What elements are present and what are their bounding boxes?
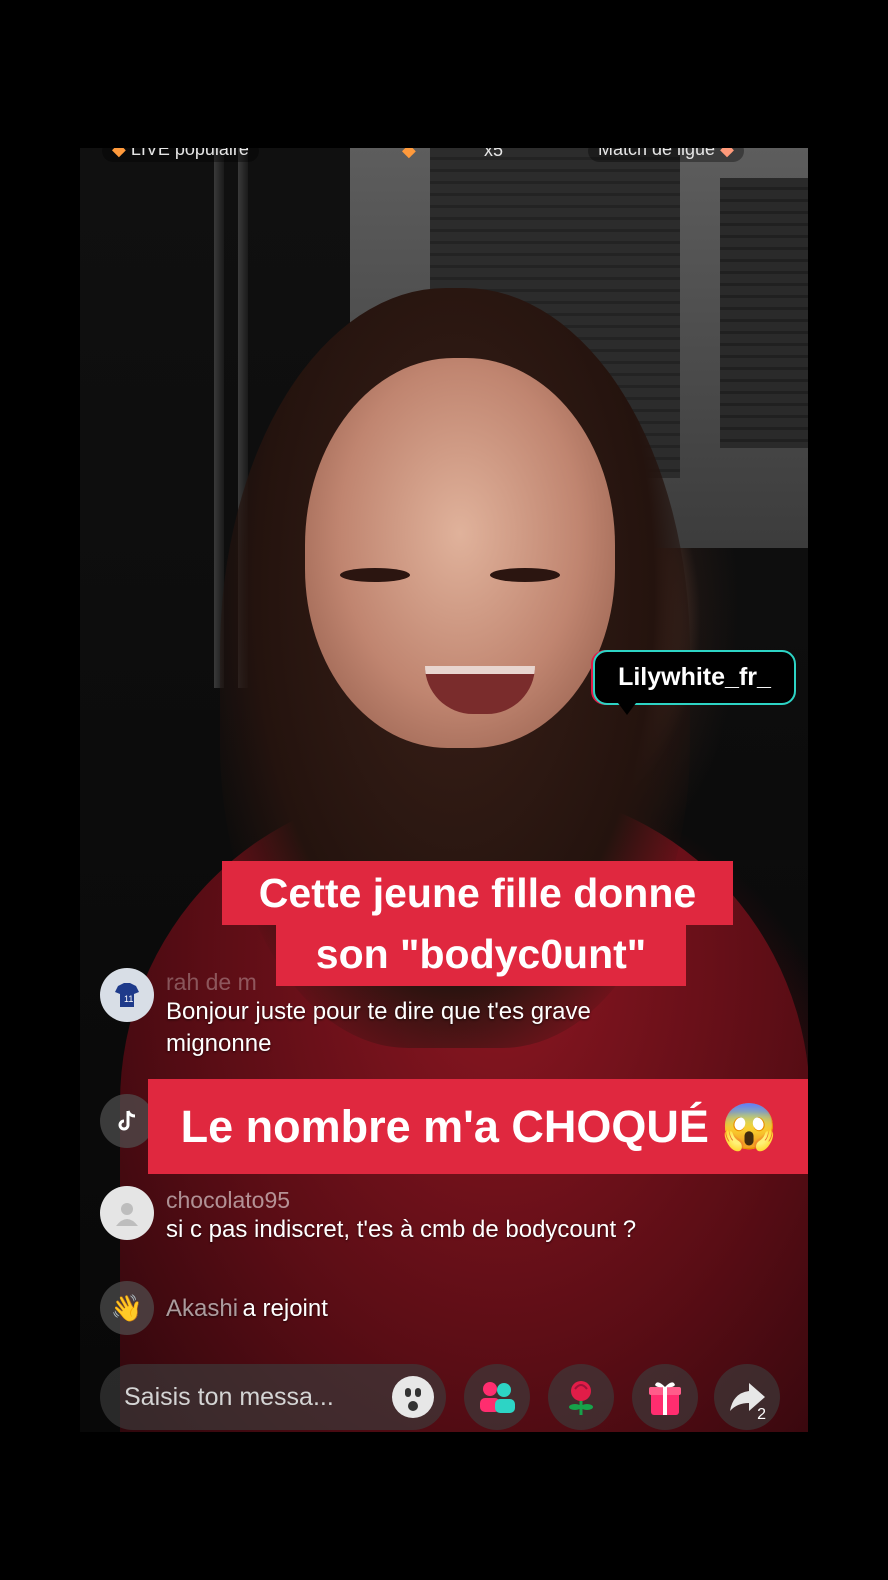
live-video-frame: ◆ LIVE populaire ◆ x5 Match de ligue ◆ L… xyxy=(80,148,808,1432)
chat-item xyxy=(100,1094,154,1148)
live-top-bar: ◆ LIVE populaire ◆ x5 Match de ligue ◆ xyxy=(80,148,808,162)
chat-message: mignonne xyxy=(166,1030,272,1057)
share-count: 2 xyxy=(757,1406,766,1423)
streamer-name-tag[interactable]: Lilywhite_fr_ xyxy=(593,650,796,705)
chat-username[interactable]: Akashi xyxy=(166,1295,238,1322)
window-shutter-right xyxy=(720,178,808,448)
rose-gift-icon xyxy=(569,1381,593,1415)
multiplier-label: x5 xyxy=(484,148,504,160)
svg-text:11: 11 xyxy=(124,994,133,1004)
streamer-eye-right xyxy=(490,568,560,582)
football-jersey-avatar[interactable]: 11 xyxy=(100,968,154,1022)
name-tag-pointer xyxy=(618,703,636,715)
diamond-icon: ◆ xyxy=(720,148,734,159)
share-button[interactable]: 2 xyxy=(714,1364,780,1430)
message-input[interactable]: Saisis ton messa... xyxy=(100,1364,446,1430)
chat-join-message: a rejoint xyxy=(242,1295,328,1322)
message-input-placeholder: Saisis ton messa... xyxy=(124,1382,334,1411)
chat-message: Bonjour juste pour te dire que t'es grav… xyxy=(166,998,591,1025)
chat-username[interactable]: chocolato95 xyxy=(166,1186,636,1214)
caption-line-2: son "bodyc0unt" xyxy=(276,922,686,986)
league-match-badge[interactable]: Match de ligue ◆ xyxy=(588,148,744,162)
default-user-avatar[interactable] xyxy=(100,1186,154,1240)
tiktok-icon[interactable] xyxy=(100,1094,154,1148)
streamer-name: Lilywhite_fr_ xyxy=(618,663,771,691)
gift-icon xyxy=(649,1382,681,1415)
live-popular-label: LIVE populaire xyxy=(130,148,249,159)
emoji-icon[interactable] xyxy=(392,1376,434,1418)
caption-text-1: Cette jeune fille donne xyxy=(258,870,697,916)
live-popular-badge[interactable]: ◆ LIVE populaire xyxy=(102,148,259,162)
league-match-label: Match de ligue xyxy=(598,148,716,159)
multi-guest-icon xyxy=(480,1382,515,1413)
multi-guest-button[interactable] xyxy=(464,1364,530,1430)
caption-line-3: Le nombre m'a CHOQUÉ 😱 xyxy=(148,1079,808,1174)
flame-icon: ◆ xyxy=(112,148,126,159)
caption-text-2: son "bodyc0unt" xyxy=(315,931,647,977)
flame-icon: ◆ xyxy=(402,148,416,160)
chat-item: chocolato95 si c pas indiscret, t'es à c… xyxy=(100,1186,636,1246)
caption-line-1: Cette jeune fille donne xyxy=(222,861,733,925)
chat-message: si c pas indiscret, t'es à cmb de bodyco… xyxy=(166,1216,637,1243)
wave-hand-icon: 👋 xyxy=(100,1281,154,1335)
streamer-eye-left xyxy=(340,568,410,582)
gift-button[interactable] xyxy=(632,1364,698,1430)
caption-text-3: Le nombre m'a CHOQUÉ 😱 xyxy=(180,1101,778,1152)
rose-gift-button[interactable] xyxy=(548,1364,614,1430)
chat-item: 👋 Akashi a rejoint xyxy=(100,1281,328,1335)
